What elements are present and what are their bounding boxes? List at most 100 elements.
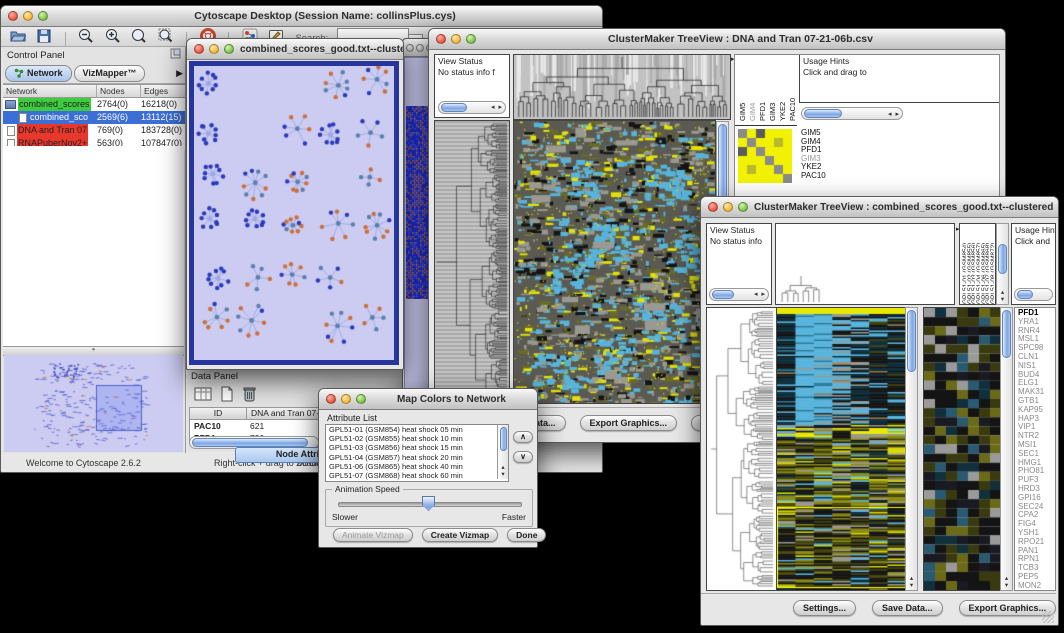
tv2-gene-item[interactable]: PUF3: [1018, 476, 1055, 485]
network-overview-canvas[interactable]: [4, 355, 183, 452]
window-controls[interactable]: [194, 44, 234, 54]
hscroll-thumb[interactable]: [712, 290, 734, 299]
tv2-heatmap-canvas[interactable]: [776, 307, 907, 591]
tv2-gene-item[interactable]: GTB1: [1018, 397, 1055, 406]
zoom-in-icon[interactable]: [104, 27, 122, 45]
window-controls[interactable]: [326, 394, 366, 404]
tv1-status-hscrollbar[interactable]: ◂ ▸: [438, 101, 506, 114]
tabs-overflow-arrow[interactable]: ▶: [176, 68, 183, 79]
hscroll-thumb[interactable]: [1017, 290, 1033, 299]
hscroll-thumb[interactable]: [441, 103, 467, 112]
network-row[interactable]: combined_sco 2569(6) 13112(15): [3, 111, 185, 124]
attribute-list-item[interactable]: GPL51-01 (GSM854) heat shock 05 min: [326, 425, 508, 434]
zoom-button[interactable]: [38, 11, 48, 21]
save-icon[interactable]: [35, 27, 53, 45]
attr-col-id[interactable]: ID: [190, 408, 247, 419]
col-edges[interactable]: Edges: [141, 85, 183, 97]
tv2-gene-item[interactable]: RPN1: [1018, 555, 1055, 564]
treeview2-titlebar[interactable]: ClusterMaker TreeView : combined_scores_…: [701, 197, 1058, 218]
tv2-gene-item[interactable]: YSH1: [1018, 529, 1055, 538]
zoom-button[interactable]: [224, 44, 234, 54]
tv1-usage-hscrollbar[interactable]: ◂ ▸: [801, 107, 903, 120]
vscroll-thumb[interactable]: [500, 427, 507, 451]
tv2-gene-item[interactable]: PHO81: [1018, 467, 1055, 476]
tv2-gene-item[interactable]: CPA2: [1018, 511, 1055, 520]
resize-grip[interactable]: [1042, 611, 1054, 623]
col-nodes[interactable]: Nodes: [97, 85, 141, 97]
network-graph-canvas[interactable]: [194, 66, 394, 360]
treeview1-titlebar[interactable]: ClusterMaker TreeView : DNA and Tran 07-…: [429, 29, 1005, 50]
network-view-titlebar[interactable]: combined_scores_good.txt--cluste...: [187, 39, 403, 60]
tv1-col-label[interactable]: YKE2: [778, 57, 787, 121]
tv1-col-label[interactable]: GIM5: [738, 57, 747, 121]
vscroll-arrows[interactable]: ▴▾: [1001, 575, 1012, 590]
dialog-action-button[interactable]: Animate Vizmap: [333, 528, 413, 542]
close-button[interactable]: [326, 394, 336, 404]
minimize-button[interactable]: [209, 44, 219, 54]
tv2-gene-item[interactable]: MSL1: [1018, 335, 1055, 344]
tv1-col-label[interactable]: PFD1: [758, 57, 767, 121]
tv2-column-dendrogram-panel[interactable]: [775, 223, 955, 305]
tv1-row-dendrogram-canvas[interactable]: [434, 120, 510, 404]
tv1-matrix-row-label[interactable]: PAC10: [801, 172, 826, 181]
attribute-list-item[interactable]: GPL51-03 (GSM856) heat shock 15 min: [326, 443, 508, 452]
animation-speed-slider-thumb[interactable]: [422, 496, 435, 511]
minimize-button[interactable]: [23, 11, 33, 21]
tv2-zoom-vscrollbar[interactable]: ▴▾: [1000, 307, 1013, 591]
tv2-usage-hscrollbar[interactable]: [1014, 288, 1053, 301]
tv2-gene-item[interactable]: SEC1: [1018, 450, 1055, 459]
vscroll-thumb[interactable]: [998, 244, 1007, 274]
tv2-gene-item[interactable]: RPO21: [1018, 538, 1055, 547]
tv1-heatmap-canvas[interactable]: [513, 120, 716, 404]
tv2-labels-vscrollbar[interactable]: ▴▾: [996, 223, 1009, 305]
vscroll-thumb[interactable]: [907, 310, 916, 372]
vscroll-arrows[interactable]: ▴▾: [906, 575, 917, 590]
tv1-col-label[interactable]: GIM3: [768, 57, 777, 121]
hscroll-arrows[interactable]: ◂ ▸: [754, 290, 768, 300]
minimize-button[interactable]: [723, 202, 733, 212]
tv2-gene-item[interactable]: KAP95: [1018, 406, 1055, 415]
window-controls[interactable]: [708, 202, 748, 212]
vscroll-thumb[interactable]: [1002, 310, 1011, 358]
hscroll-thumb[interactable]: [192, 438, 308, 447]
close-button[interactable]: [436, 34, 446, 44]
attribute-list-vscrollbar[interactable]: ▴▾: [497, 425, 508, 479]
attribute-list-item[interactable]: GPL51-02 (GSM855) heat shock 10 min: [326, 434, 508, 443]
tv2-column-label[interactable]: GPL51-01 (GSM854): [961, 224, 966, 304]
tv2-gene-item[interactable]: GPI16: [1018, 494, 1055, 503]
close-button[interactable]: [8, 11, 18, 21]
attribute-list-item[interactable]: GPL51-06 (GSM865) heat shock 40 min: [326, 462, 508, 471]
tv2-gene-item[interactable]: HRD3: [1018, 485, 1055, 494]
tv2-gene-item[interactable]: PAN1: [1018, 547, 1055, 556]
dialog-action-button[interactable]: Create Vizmap: [422, 528, 498, 542]
vscroll-arrows[interactable]: ▴▾: [997, 289, 1008, 304]
zoom-button[interactable]: [356, 394, 366, 404]
tv1-action-button[interactable]: Export Graphics...: [580, 415, 678, 431]
dense-grid-cluster-canvas[interactable]: [406, 106, 430, 299]
attribute-list-item[interactable]: GPL51-07 (GSM868) heat shock 60 min: [326, 471, 508, 480]
attribute-list-item[interactable]: GPL51-04 (GSM857) heat shock 20 min: [326, 453, 508, 462]
delete-attribute-icon[interactable]: [241, 385, 257, 408]
col-network[interactable]: Network: [3, 85, 97, 97]
tv2-heatmap-vscrollbar[interactable]: ▴▾: [905, 307, 918, 591]
close-button[interactable]: [194, 44, 204, 54]
close-button[interactable]: [708, 202, 718, 212]
window-controls[interactable]: [436, 34, 476, 44]
new-attribute-icon[interactable]: [219, 385, 235, 408]
tv2-status-hscrollbar[interactable]: ◂ ▸: [709, 288, 769, 301]
tv2-gene-item[interactable]: SPC98: [1018, 344, 1055, 353]
tab-network[interactable]: Network: [5, 65, 72, 82]
close-button[interactable]: [406, 44, 414, 52]
tv2-zoom-heatmap-canvas[interactable]: [923, 307, 1002, 591]
move-up-button[interactable]: ∧: [513, 431, 533, 443]
tv2-row-dendrogram-canvas[interactable]: [706, 307, 778, 591]
tv2-gene-item[interactable]: RNR4: [1018, 327, 1055, 336]
tv2-column-label[interactable]: GPL51-08 (GSM872): [989, 224, 994, 304]
tv2-gene-item[interactable]: FIG4: [1018, 520, 1055, 529]
tv1-col-label[interactable]: GIM4: [748, 57, 757, 121]
float-panel-icon[interactable]: [170, 48, 181, 62]
zoom-fit-icon[interactable]: [130, 27, 148, 45]
minimize-button[interactable]: [341, 394, 351, 404]
tv2-gene-item[interactable]: PFD1: [1018, 309, 1055, 318]
minimize-button[interactable]: [416, 44, 424, 52]
